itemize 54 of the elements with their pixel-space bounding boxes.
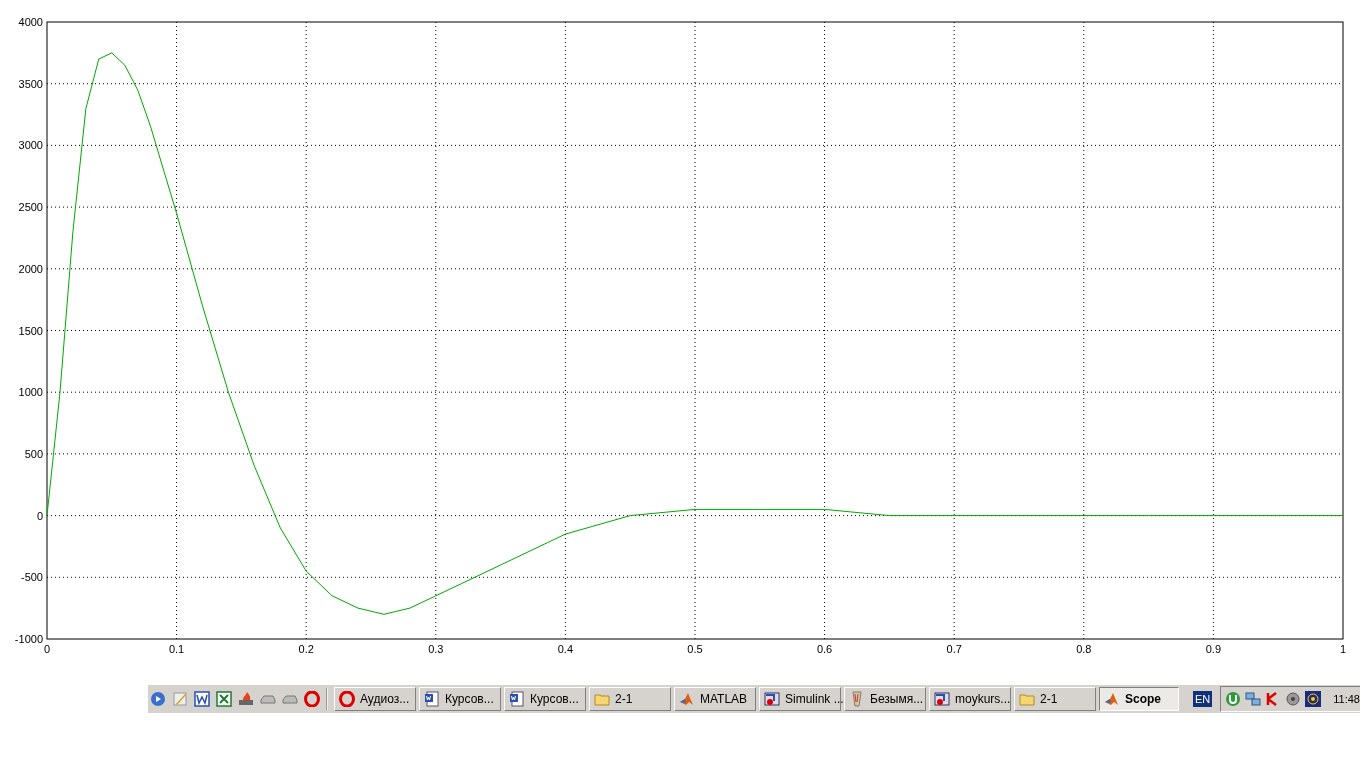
folder-icon	[594, 691, 610, 707]
taskbar-button[interactable]: Курсов...	[504, 687, 586, 711]
opera-icon	[339, 691, 355, 707]
paint-icon	[849, 691, 865, 707]
model-icon	[934, 691, 950, 707]
y-tick-label: 3000	[18, 139, 43, 152]
y-tick-label: 1500	[18, 324, 43, 337]
y-tick-label: 3500	[18, 77, 43, 90]
y-tick-label: -1000	[14, 633, 43, 645]
taskbar-button[interactable]: Simulink ...	[759, 687, 841, 711]
torrent-icon[interactable]	[1225, 691, 1242, 707]
y-tick-label: 0	[36, 509, 43, 522]
x-tick-label: 0.1	[168, 643, 185, 655]
document-icon	[424, 691, 440, 707]
x-tick-label: 0.6	[816, 643, 833, 655]
x-tick-label: 0.9	[1205, 643, 1222, 655]
media-icon[interactable]	[150, 691, 166, 707]
language-indicator[interactable]: EN	[1193, 691, 1213, 707]
taskbar-button[interactable]: Безымя...	[844, 687, 926, 711]
word-icon[interactable]	[194, 691, 210, 707]
folder-icon	[1019, 691, 1035, 707]
burner-icon[interactable]	[238, 691, 254, 707]
wireless-icon[interactable]	[1305, 691, 1322, 707]
clock: 11:48	[1333, 693, 1360, 705]
taskbar-button[interactable]: Scope	[1099, 687, 1179, 711]
x-tick-label: 0.7	[946, 643, 962, 655]
x-tick-label: 0.3	[428, 643, 444, 655]
x-tick-label: 1	[1339, 643, 1347, 655]
y-tick-label: 1000	[18, 386, 43, 399]
taskbar-button[interactable]: 2-1	[1014, 687, 1096, 711]
matlab-icon	[679, 691, 695, 707]
x-tick-label: 0.4	[557, 643, 574, 655]
y-tick-label: 2500	[18, 201, 43, 214]
opera-icon[interactable]	[304, 691, 320, 707]
speaker-icon[interactable]	[1285, 691, 1302, 707]
x-tick-label: 0	[43, 643, 51, 655]
document-icon	[509, 691, 525, 707]
taskbar-button[interactable]: moykurs...	[929, 687, 1011, 711]
taskbar-button[interactable]: Курсов...	[419, 687, 501, 711]
taskbar-button[interactable]: 2-1	[589, 687, 671, 711]
x-tick-label: 0.2	[298, 643, 314, 655]
excel-icon[interactable]	[216, 691, 232, 707]
model-icon	[764, 691, 780, 707]
y-tick-label: 500	[24, 447, 43, 460]
matlab-icon	[1104, 691, 1120, 707]
taskbar-button[interactable]: Аудиоз...	[334, 687, 416, 711]
x-tick-label: 0.5	[687, 643, 703, 655]
taskbar-button[interactable]: MATLAB	[674, 687, 756, 711]
x-tick-label: 0.8	[1076, 643, 1092, 655]
y-tick-label: -500	[20, 571, 43, 584]
pen-icon[interactable]	[172, 691, 188, 707]
network-icon[interactable]	[1245, 691, 1262, 707]
y-tick-label: 4000	[18, 16, 43, 28]
y-tick-label: 2000	[18, 262, 43, 275]
